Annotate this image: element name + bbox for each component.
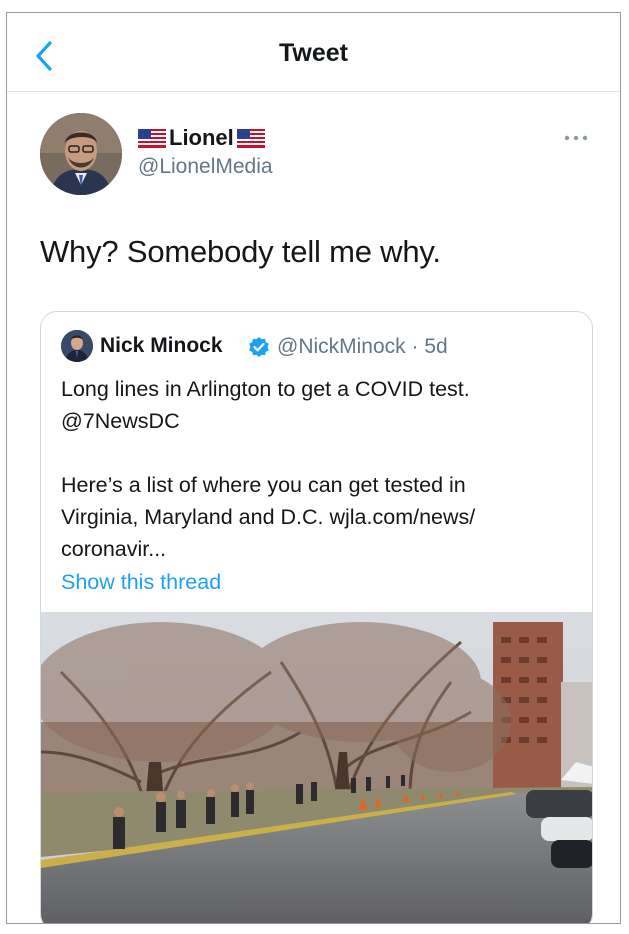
author-display-name: Lionel	[169, 125, 234, 150]
quoted-text-line: Here’s a list of where you can get teste…	[61, 473, 466, 497]
verified-badge-icon	[249, 337, 269, 357]
tweet-screen: Tweet Lionel @LionelMedia Why? Somebody …	[6, 12, 621, 924]
top-bar: Tweet	[7, 13, 620, 92]
more-dots-icon[interactable]	[563, 133, 589, 143]
quoted-tweet-text: Long lines in Arlington to get a COVID t…	[61, 373, 581, 565]
page-title: Tweet	[279, 39, 348, 67]
quoted-tweet-card[interactable]: Nick Minock @NickMinock · 5d Long lines …	[40, 311, 593, 923]
quoted-mention-link[interactable]: @7NewsDC	[61, 405, 581, 437]
quoted-media-image[interactable]	[41, 612, 592, 923]
quoted-display-name[interactable]: Nick Minock	[100, 334, 223, 358]
quoted-text-line: Virginia, Maryland and D.C. wjla.com/new…	[61, 505, 476, 529]
author-name[interactable]: Lionel	[138, 125, 265, 151]
tweet-text: Why? Somebody tell me why.	[40, 234, 441, 269]
quoted-text-line: coronavir...	[61, 537, 167, 561]
author-handle[interactable]: @LionelMedia	[138, 155, 273, 179]
show-thread-link[interactable]: Show this thread	[61, 570, 221, 595]
quoted-text-line: Long lines in Arlington to get a COVID t…	[61, 377, 470, 401]
quoted-handle-time[interactable]: @NickMinock · 5d	[277, 335, 448, 359]
avatar[interactable]	[40, 113, 122, 195]
us-flag-icon	[236, 128, 265, 148]
us-flag-icon	[138, 128, 166, 148]
quoted-avatar[interactable]	[61, 330, 93, 362]
